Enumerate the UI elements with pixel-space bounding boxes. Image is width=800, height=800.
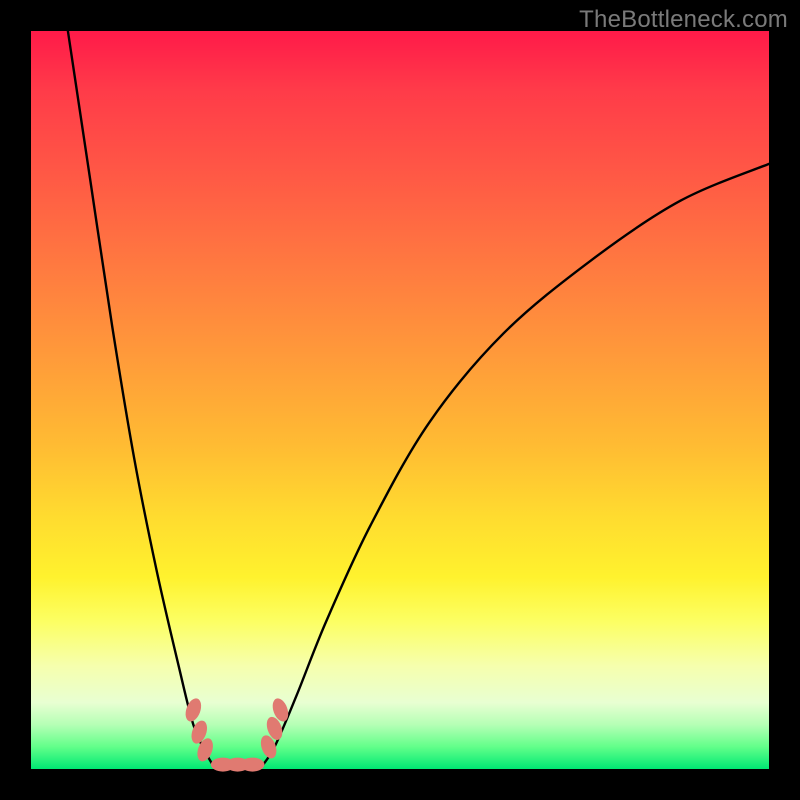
left-curve xyxy=(68,31,216,769)
frame: TheBottleneck.com xyxy=(0,0,800,800)
watermark-text: TheBottleneck.com xyxy=(579,6,788,34)
curves-svg xyxy=(31,31,769,769)
floor-right-marker xyxy=(240,758,264,772)
markers-group xyxy=(183,696,291,771)
right-curve xyxy=(260,164,769,769)
